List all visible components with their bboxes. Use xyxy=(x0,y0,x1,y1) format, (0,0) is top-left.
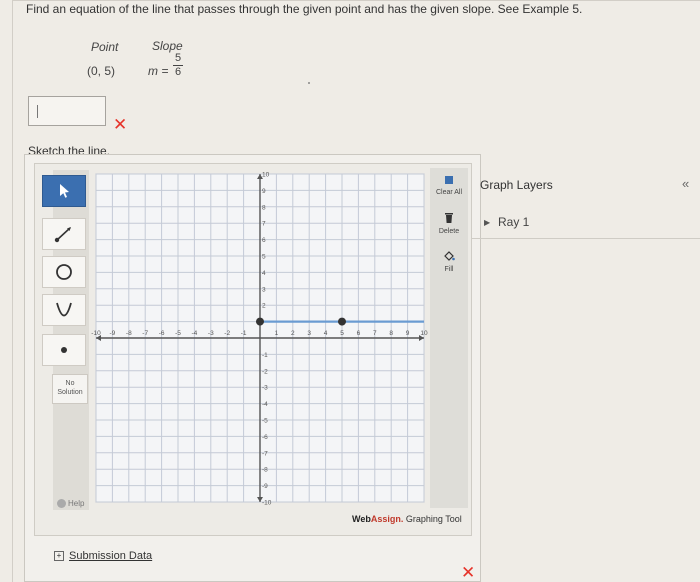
x-tick-label: -6 xyxy=(159,330,165,337)
y-tick-label: 6 xyxy=(262,237,266,244)
y-tick-label: -10 xyxy=(262,500,272,507)
point-tool-button[interactable] xyxy=(42,334,86,366)
x-tick-label: 3 xyxy=(307,330,311,337)
point-value: (0, 5) xyxy=(87,64,116,78)
y-tick-label: -2 xyxy=(262,368,268,375)
brand-tool: Graphing Tool xyxy=(405,514,462,524)
x-tick-label: 4 xyxy=(324,330,328,337)
expand-triangle-icon[interactable]: ▶ xyxy=(484,218,490,227)
arrow-pointer-icon xyxy=(60,184,69,198)
slope-fraction: 5 6 xyxy=(172,52,184,79)
delete-button[interactable]: Delete xyxy=(430,212,468,235)
parabola-tool-button[interactable] xyxy=(42,294,86,326)
help-label: Help xyxy=(68,499,85,508)
incorrect-x-icon: ✕ xyxy=(461,563,476,582)
question-text: Find an equation of the line that passes… xyxy=(26,2,583,16)
stray-dot xyxy=(308,82,310,84)
x-tick-label: 6 xyxy=(357,330,361,337)
equation-answer-input[interactable] xyxy=(28,96,106,126)
collapse-panel-icon[interactable]: « xyxy=(682,176,689,191)
x-tick-label: -7 xyxy=(142,330,148,337)
x-tick-label: -3 xyxy=(208,330,214,337)
y-tick-label: -1 xyxy=(262,352,268,359)
y-tick-label: 10 xyxy=(262,172,270,179)
y-tick-label: 4 xyxy=(262,270,266,277)
clear-all-button[interactable]: Clear All xyxy=(430,175,468,196)
x-tick-label: 2 xyxy=(291,330,295,337)
slope-numerator: 5 xyxy=(174,52,182,64)
ray-through-point[interactable] xyxy=(338,317,346,326)
line-segment-icon xyxy=(54,227,71,243)
brand-assign: Assign. xyxy=(370,514,404,524)
webassign-brand: WebAssign. Graphing Tool xyxy=(352,514,462,524)
y-tick-label: 9 xyxy=(262,188,266,195)
y-tick-label: 5 xyxy=(262,254,266,261)
no-solution-line2: Solution xyxy=(57,389,83,396)
clear-all-label: Clear All xyxy=(435,189,463,196)
y-tick-label: -4 xyxy=(262,401,268,408)
graph-layers-title: Graph Layers xyxy=(480,178,553,192)
delete-label: Delete xyxy=(438,228,460,235)
x-tick-label: -5 xyxy=(175,330,181,337)
slope-denominator: 6 xyxy=(174,66,182,78)
expand-plus-icon: + xyxy=(54,551,64,561)
submission-data-toggle[interactable]: + Submission Data xyxy=(54,550,152,562)
layer-item-ray-1[interactable]: Ray 1 xyxy=(498,215,529,229)
no-solution-button[interactable]: No Solution xyxy=(52,374,88,404)
fill-label: Fill xyxy=(444,266,454,273)
circle-icon xyxy=(56,264,72,280)
y-tick-label: 3 xyxy=(262,286,266,293)
submission-data-label: Submission Data xyxy=(69,550,153,562)
y-tick-label: -9 xyxy=(262,483,268,490)
brand-web: Web xyxy=(352,514,371,524)
x-tick-label: -8 xyxy=(126,330,132,337)
x-tick-label: -9 xyxy=(110,330,116,337)
x-tick-label: -10 xyxy=(91,330,101,337)
fill-button[interactable]: Fill xyxy=(430,250,468,273)
no-solution-line1: No xyxy=(65,380,75,387)
slope-header: Slope xyxy=(152,39,183,53)
y-tick-label: -6 xyxy=(262,434,268,441)
paint-bucket-icon xyxy=(444,251,455,261)
y-tick-label: 8 xyxy=(262,204,266,211)
x-tick-label: 10 xyxy=(420,330,428,337)
y-tick-label: -3 xyxy=(262,385,268,392)
y-tick-label: 2 xyxy=(262,303,266,310)
x-tick-label: 8 xyxy=(389,330,393,337)
y-tick-label: -7 xyxy=(262,450,268,457)
x-tick-label: 5 xyxy=(340,330,344,337)
y-tick-label: 7 xyxy=(262,221,266,228)
help-icon xyxy=(57,499,66,509)
y-tick-label: -5 xyxy=(262,418,268,425)
trash-icon xyxy=(445,213,453,223)
help-link[interactable]: Help xyxy=(57,499,85,509)
x-tick-label: -2 xyxy=(224,330,230,337)
line-tool-button[interactable] xyxy=(42,218,86,250)
text-caret xyxy=(37,105,38,118)
parabola-icon xyxy=(56,302,72,317)
x-tick-label: 1 xyxy=(275,330,279,337)
x-tick-label: 7 xyxy=(373,330,377,337)
incorrect-x-icon: ✕ xyxy=(113,115,128,134)
slope-prefix: m = xyxy=(148,64,169,78)
y-tick-label: -8 xyxy=(262,467,268,474)
pointer-tool-button[interactable] xyxy=(42,175,86,207)
ray-start-point[interactable] xyxy=(256,317,264,326)
x-tick-label: -1 xyxy=(241,330,247,337)
circle-tool-button[interactable] xyxy=(42,256,86,288)
point-icon xyxy=(61,347,67,353)
graph-canvas[interactable]: -10 -9 -8 -7 -6 -5 -4 -3 -2 -1 1 2 3 4 5 6 7 8 9 10 10 9 8 7 6 5… xyxy=(88,168,430,510)
point-header: Point xyxy=(91,40,119,54)
x-tick-label: -4 xyxy=(192,330,198,337)
x-tick-label: 9 xyxy=(406,330,410,337)
clear-all-icon xyxy=(445,176,453,184)
